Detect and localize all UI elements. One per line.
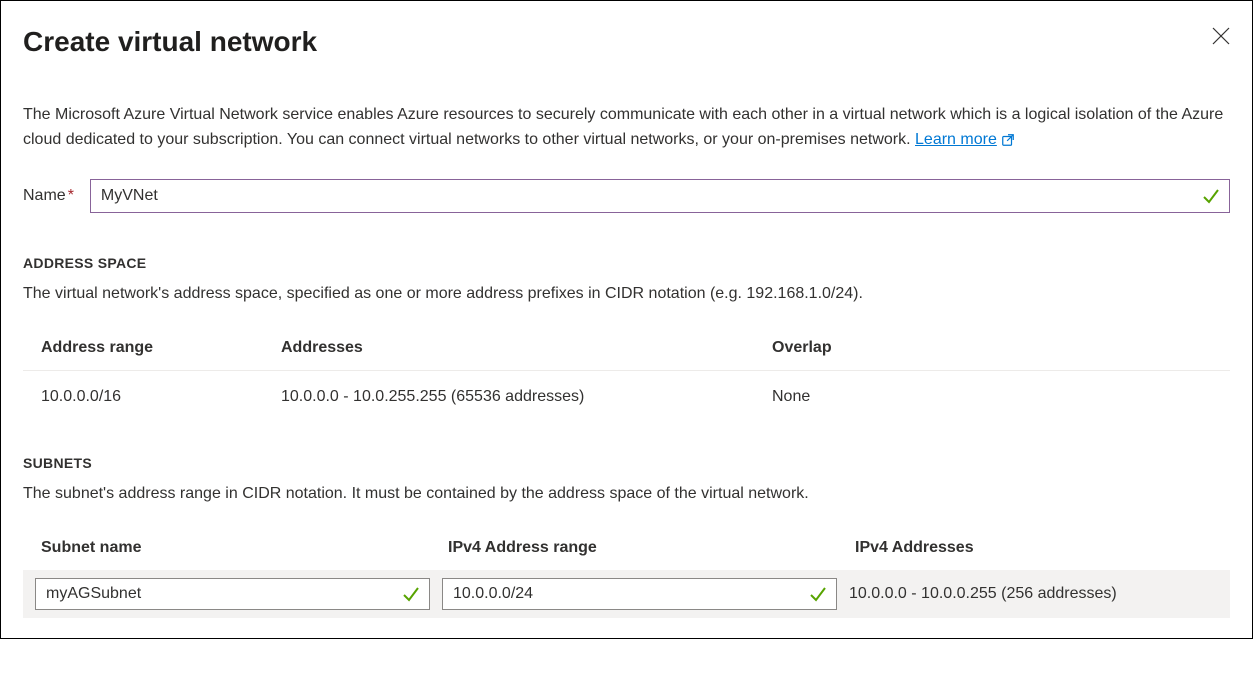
subnet-range-input-wrap xyxy=(442,578,837,610)
subnets-table: Subnet name IPv4 Address range IPv4 Addr… xyxy=(23,526,1230,618)
panel-title: Create virtual network xyxy=(23,21,317,63)
subnet-range-input[interactable] xyxy=(442,578,837,610)
description-text: The Microsoft Azure Virtual Network serv… xyxy=(23,106,1223,148)
addresses-header: Addresses xyxy=(281,336,772,360)
addresses-value: 10.0.0.0 - 10.0.255.255 (65536 addresses… xyxy=(281,385,772,409)
checkmark-icon xyxy=(1202,187,1220,205)
panel-header: Create virtual network xyxy=(23,21,1230,63)
subnet-addresses-value: 10.0.0.0 - 10.0.0.255 (256 addresses) xyxy=(849,582,1218,606)
subnet-range-header: IPv4 Address range xyxy=(448,536,843,560)
address-space-section-label: ADDRESS SPACE xyxy=(23,253,1230,274)
checkmark-icon xyxy=(402,585,420,603)
subnet-addresses-header: IPv4 Addresses xyxy=(855,536,1212,560)
subnets-header-row: Subnet name IPv4 Address range IPv4 Addr… xyxy=(23,526,1230,570)
subnets-section-label: SUBNETS xyxy=(23,453,1230,474)
name-field-label: Name* xyxy=(23,184,74,208)
subnets-description: The subnet's address range in CIDR notat… xyxy=(23,482,1230,506)
address-range-header: Address range xyxy=(41,336,281,360)
subnet-name-input[interactable] xyxy=(35,578,430,610)
address-space-header-row: Address range Addresses Overlap xyxy=(23,326,1230,371)
panel-description: The Microsoft Azure Virtual Network serv… xyxy=(23,103,1230,153)
address-space-row[interactable]: 10.0.0.0/16 10.0.0.0 - 10.0.255.255 (655… xyxy=(23,371,1230,419)
checkmark-icon xyxy=(809,585,827,603)
vnet-name-input[interactable] xyxy=(90,179,1230,213)
address-range-value: 10.0.0.0/16 xyxy=(41,385,281,409)
address-space-table: Address range Addresses Overlap 10.0.0.0… xyxy=(23,326,1230,419)
address-space-description: The virtual network's address space, spe… xyxy=(23,282,1230,306)
required-indicator: * xyxy=(68,187,74,204)
subnet-name-header: Subnet name xyxy=(41,536,436,560)
close-icon[interactable] xyxy=(1212,27,1230,45)
name-input-wrap xyxy=(90,179,1230,213)
overlap-value: None xyxy=(772,385,1212,409)
subnet-row: 10.0.0.0 - 10.0.0.255 (256 addresses) xyxy=(23,570,1230,618)
name-field-row: Name* xyxy=(23,179,1230,213)
external-link-icon xyxy=(1001,133,1015,147)
overlap-header: Overlap xyxy=(772,336,1212,360)
learn-more-link[interactable]: Learn more xyxy=(915,128,1015,153)
subnet-name-input-wrap xyxy=(35,578,430,610)
learn-more-label: Learn more xyxy=(915,128,997,153)
create-vnet-panel: Create virtual network The Microsoft Azu… xyxy=(0,0,1253,639)
